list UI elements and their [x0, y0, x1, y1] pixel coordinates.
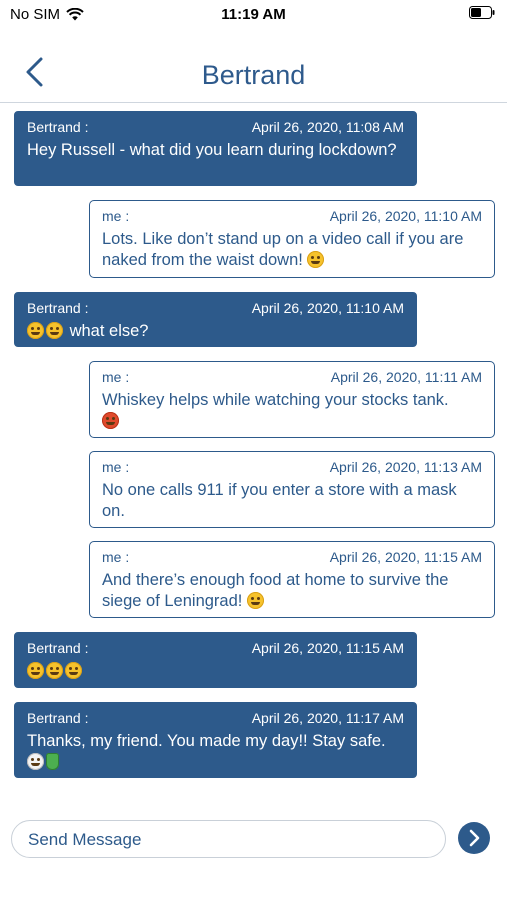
message-bubble-outgoing: me : April 26, 2020, 11:15 AM And there’s… [89, 541, 495, 618]
message-sender: me : [102, 208, 130, 224]
rolling-laughing-emoji [27, 662, 44, 679]
message-bubble-outgoing: me : April 26, 2020, 11:10 AM Lots. Like … [89, 200, 495, 278]
message-text: Whiskey helps while watching your stocks… [102, 391, 449, 409]
rolling-laughing-emoji [65, 662, 82, 679]
grinning-face-emoji [27, 322, 44, 339]
message-sender: me : [102, 459, 130, 475]
message-bubble-incoming: Bertrand : April 26, 2020, 11:08 AM Hey R… [14, 111, 417, 186]
grinning-face-emoji [46, 322, 63, 339]
message-sender: me : [102, 549, 130, 565]
message-timestamp: April 26, 2020, 11:10 AM [251, 300, 404, 316]
message-sender: Bertrand : [27, 640, 89, 656]
mask-face-emoji [27, 753, 44, 770]
message-sender: Bertrand : [27, 710, 89, 726]
message-timestamp: April 26, 2020, 11:15 AM [329, 549, 482, 565]
message-text: what else? [69, 322, 149, 340]
status-bar: No SIM 11:19 AM [0, 0, 507, 28]
message-timestamp: April 26, 2020, 11:11 AM [330, 369, 482, 385]
message-text: Hey Russell - what did you learn during … [27, 141, 397, 159]
message-sender: Bertrand : [27, 300, 89, 316]
status-time: 11:19 AM [221, 6, 286, 23]
battery-icon [469, 6, 495, 19]
laughing-face-emoji [246, 592, 264, 609]
message-timestamp: April 26, 2020, 11:08 AM [251, 119, 404, 135]
chevron-right-icon [469, 829, 480, 847]
winking-face-emoji [307, 251, 325, 268]
conversation-title: Bertrand [201, 60, 306, 90]
rolling-laughing-emoji [46, 662, 63, 679]
message-bubble-outgoing: me : April 26, 2020, 11:11 AM Whiskey hel… [89, 361, 495, 438]
message-bubble-outgoing: me : April 26, 2020, 11:13 AM No one call… [89, 451, 495, 528]
send-button[interactable] [458, 822, 490, 854]
message-timestamp: April 26, 2020, 11:10 AM [329, 208, 482, 224]
message-timestamp: April 26, 2020, 11:15 AM [251, 640, 404, 656]
message-text: And there’s enough food at home to survi… [102, 571, 449, 610]
waving-hand-emoji [46, 753, 59, 770]
message-bubble-incoming: Bertrand : April 26, 2020, 11:15 AM [14, 632, 417, 688]
message-timestamp: April 26, 2020, 11:17 AM [251, 710, 404, 726]
angry-face-emoji [102, 412, 119, 429]
navigation-bar: Bertrand [0, 40, 507, 103]
message-composer [11, 820, 446, 859]
message-text: Lots. Like don’t stand up on a video cal… [102, 230, 464, 269]
message-timestamp: April 26, 2020, 11:13 AM [329, 459, 482, 475]
message-text: Thanks, my friend. You made my day!! Sta… [27, 732, 386, 750]
message-sender: me : [102, 369, 130, 385]
message-sender: Bertrand : [27, 119, 89, 135]
message-bubble-incoming: Bertrand : April 26, 2020, 11:17 AM Thank… [14, 702, 417, 778]
message-input[interactable] [26, 821, 430, 859]
message-text: No one calls 911 if you enter a store wi… [102, 481, 457, 520]
message-bubble-incoming: Bertrand : April 26, 2020, 11:10 AM what … [14, 292, 417, 347]
